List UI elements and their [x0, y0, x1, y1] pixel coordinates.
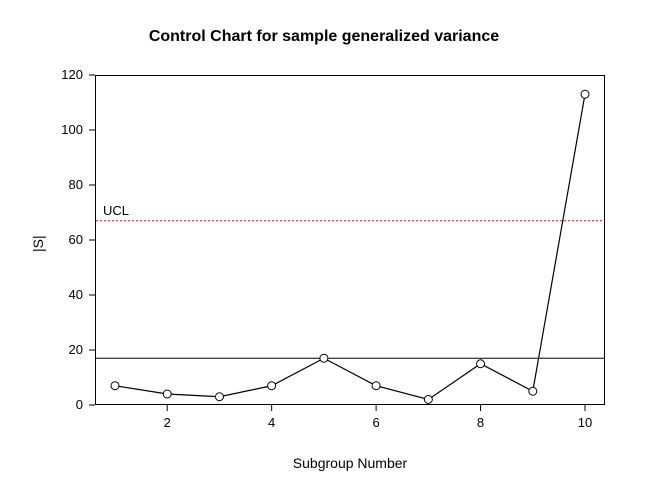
- x-tick-label: 6: [366, 415, 386, 430]
- data-point: [111, 382, 119, 390]
- data-point: [320, 354, 328, 362]
- data-point: [163, 390, 171, 398]
- data-point: [372, 382, 380, 390]
- y-tick-label: 120: [61, 67, 83, 82]
- data-point: [477, 360, 485, 368]
- data-point: [424, 396, 432, 404]
- data-line: [115, 94, 585, 399]
- y-tick-label: 100: [61, 122, 83, 137]
- x-tick-label: 8: [471, 415, 491, 430]
- x-tick-label: 2: [157, 415, 177, 430]
- data-point: [215, 393, 223, 401]
- chart-container: Control Chart for sample generalized var…: [0, 0, 648, 500]
- x-tick-label: 10: [575, 415, 595, 430]
- data-point: [529, 387, 537, 395]
- x-tick-label: 4: [262, 415, 282, 430]
- data-point: [581, 90, 589, 98]
- y-tick-label: 0: [76, 397, 83, 412]
- y-tick-label: 80: [69, 177, 83, 192]
- y-tick-label: 20: [69, 342, 83, 357]
- data-point: [268, 382, 276, 390]
- y-tick-label: 60: [69, 232, 83, 247]
- y-tick-label: 40: [69, 287, 83, 302]
- ucl-label: UCL: [103, 203, 129, 218]
- chart-svg: [0, 0, 648, 500]
